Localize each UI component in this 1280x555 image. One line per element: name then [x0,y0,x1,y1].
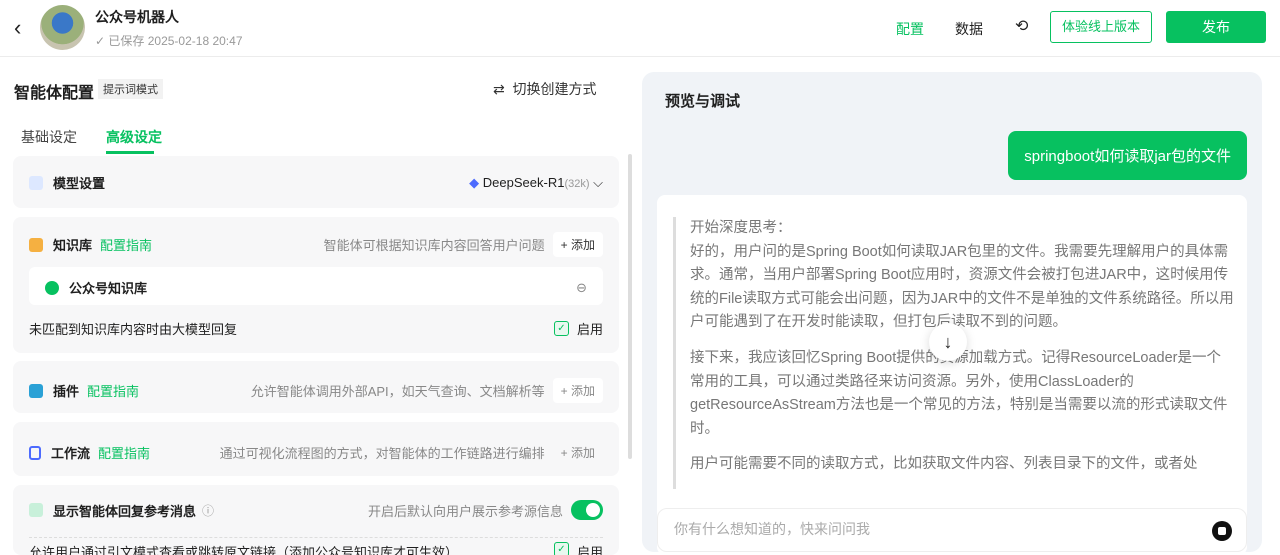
model-icon [29,175,43,190]
reference-icon [29,503,43,517]
saved-status: ✓ 已保存 2025-02-18 20:47 [95,32,243,49]
wechat-icon [45,280,59,295]
chevron-down-icon: ⌵ [593,174,603,190]
nav-data[interactable]: 数据 [955,19,983,39]
preview-title: 预览与调试 [665,93,741,110]
knowledge-card: 知识库 配置指南 智能体可根据知识库内容回答用户问题 + 添加 公众号知识库 ⊖… [13,217,619,353]
workflow-guide-link[interactable]: 配置指南 [98,443,150,462]
workflow-card: 工作流 配置指南 通过可视化流程图的方式，对智能体的工作链路进行编排 + 添加 [13,422,619,476]
reference-desc: 开启后默认向用户展示参考源信息 [367,503,563,519]
stop-icon[interactable] [1212,521,1232,541]
plugin-add-button[interactable]: + 添加 [552,378,603,403]
info-icon[interactable]: ⓘ [202,502,214,519]
user-message: springboot如何读取jar包的文件 [1008,131,1247,180]
checkbox-icon: ✓ [553,321,569,336]
remove-icon[interactable]: ⊖ [576,280,587,296]
preview-panel: 预览与调试 springboot如何读取jar包的文件 开始深度思考： 好的，用… [642,72,1262,555]
workflow-icon [29,445,41,460]
saved-text: 已保存 2025-02-18 20:47 [108,34,243,48]
knowledge-desc: 智能体可根据知识库内容回答用户问题 [323,238,545,253]
workflow-label: 工作流 [51,446,91,461]
workflow-desc: 通过可视化流程图的方式，对智能体的工作链路进行编排 [219,446,545,461]
model-select[interactable]: ◆ DeepSeek-R1(32k) ⌵ [469,175,603,191]
model-name: DeepSeek-R1 [482,174,565,190]
back-icon[interactable]: ‹ [14,15,21,41]
checkbox-icon: ✓ [553,542,569,555]
top-bar: ‹ 公众号机器人 ✓ 已保存 2025-02-18 20:47 配置 数据 ⟲ … [0,0,1280,57]
reference-label: 显示智能体回复参考消息 [53,503,197,519]
whale-icon: ◆ [469,174,480,190]
publish-button[interactable]: 发布 [1166,11,1266,43]
knowledge-add-button[interactable]: + 添加 [552,232,603,257]
scrollbar[interactable] [628,154,632,459]
swap-icon: ⇄ [493,81,505,97]
check-circle-icon: ✓ [95,34,106,48]
reference-toggle[interactable] [571,500,603,520]
model-ctx: (32k) [564,177,590,190]
model-label: 模型设置 [53,176,106,191]
assistant-message: 开始深度思考： 好的，用户问的是Spring Boot如何读取JAR包里的文件。… [657,195,1247,555]
scroll-down-button[interactable]: ↓ [929,323,967,361]
thinking-paragraph: 接下来，我应该回忆Spring Boot提供的资源加载方式。记得Resource… [690,349,1228,437]
history-icon[interactable]: ⟲ [1015,16,1028,36]
panel-title: 智能体配置 [14,85,95,102]
book-icon [29,237,43,252]
chat-input[interactable] [674,521,1174,537]
fallback-label: 未匹配到知识库内容时由大模型回复 [29,322,238,337]
reference-sub: 允许用户通过引文模式查看或跳转原文链接（添加公众号知识库才可生效） [29,545,459,555]
trial-button[interactable]: 体验线上版本 [1050,11,1152,43]
config-panel: 智能体配置 提示词模式 ⇄ 切换创建方式 基础设定 高级设定 模型设置 ◆ De… [0,57,640,555]
thinking-paragraph: 开始深度思考： 好的，用户问的是Spring Boot如何读取JAR包里的文件。… [690,220,1234,331]
plugin-card: 插件 配置指南 允许智能体调用外部API，如天气查询、文档解析等 + 添加 [13,361,619,413]
tab-indicator [106,151,154,154]
reference-enable: 启用 [576,545,603,555]
switch-mode-button[interactable]: ⇄ 切换创建方式 [493,79,597,99]
knowledge-label: 知识库 [53,238,93,253]
reference-checkbox[interactable]: ✓ 启用 [553,542,603,555]
plugin-guide-link[interactable]: 配置指南 [87,381,139,400]
fallback-enable: 启用 [576,322,603,337]
plugin-desc: 允许智能体调用外部API，如天气查询、文档解析等 [250,384,545,399]
bot-title: 公众号机器人 [95,9,179,25]
knowledge-item: 公众号知识库 ⊖ [29,267,603,305]
mode-tag: 提示词模式 [98,79,163,99]
puzzle-icon [29,383,43,398]
fallback-checkbox[interactable]: ✓ 启用 [553,319,603,338]
knowledge-guide-link[interactable]: 配置指南 [100,235,152,254]
knowledge-item-name: 公众号知识库 [69,281,148,296]
model-card: 模型设置 ◆ DeepSeek-R1(32k) ⌵ [13,156,619,208]
nav-config[interactable]: 配置 [896,19,924,39]
tab-advanced[interactable]: 高级设定 [106,127,162,147]
workflow-add-button[interactable]: + 添加 [553,440,603,465]
chat-input-box [657,508,1247,552]
tab-basic[interactable]: 基础设定 [21,127,77,147]
avatar [40,5,85,50]
plugin-label: 插件 [53,384,80,399]
switch-label: 切换创建方式 [512,81,597,97]
thinking-paragraph: 用户可能需要不同的读取方式，比如获取文件内容、列表目录下的文件，或者处 [690,456,1198,473]
